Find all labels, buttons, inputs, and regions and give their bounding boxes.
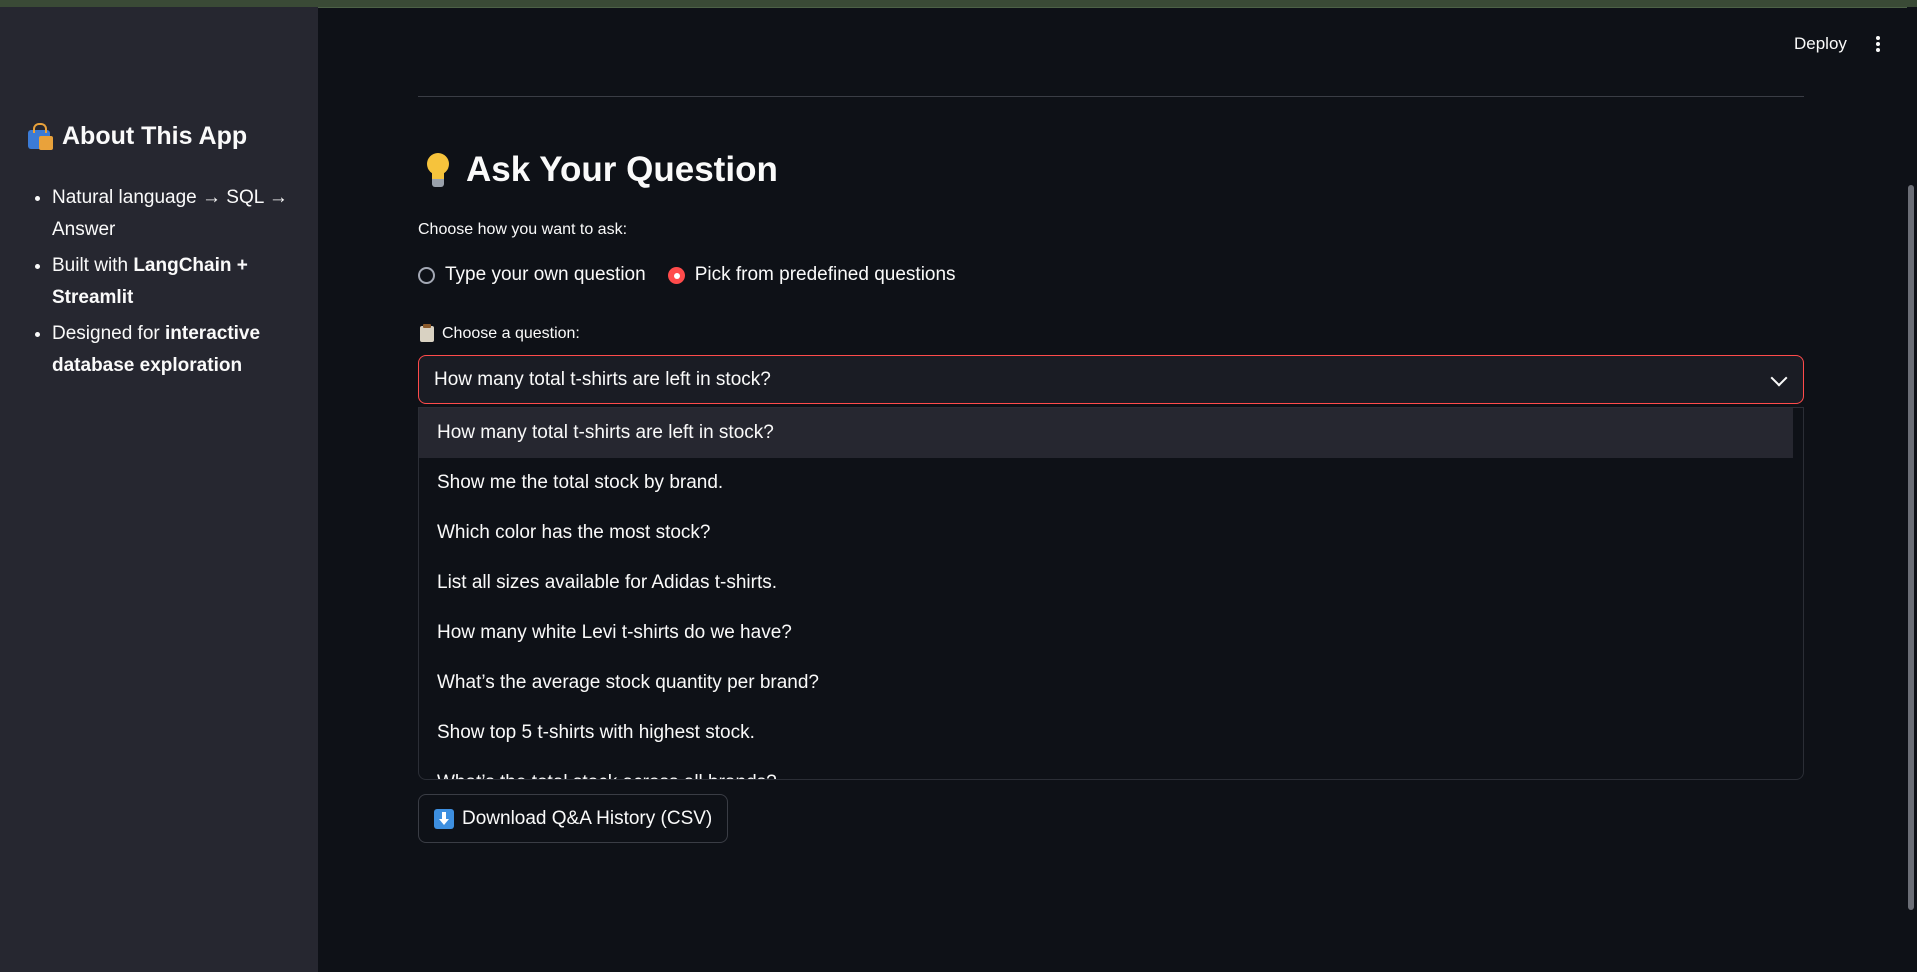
chevron-down-icon[interactable] (1770, 369, 1788, 387)
sidebar-item-nl-sql: Natural language → SQL → Answer (52, 182, 302, 246)
radio-label[interactable]: Pick from predefined questions (695, 264, 956, 286)
shopping-bags-icon (26, 122, 54, 150)
download-history-label[interactable]: Download Q&A History (CSV) (462, 808, 712, 830)
radio-type-own-question[interactable]: Type your own question (418, 264, 646, 286)
section-divider (418, 96, 1804, 97)
sidebar-feature-list: Natural language → SQL → Answer Built wi… (26, 182, 302, 386)
dropdown-option[interactable]: List all sizes available for Adidas t-sh… (419, 558, 1803, 608)
sidebar-item-built-with: Built with LangChain + Streamlit (52, 250, 302, 314)
light-bulb-icon (424, 151, 452, 189)
question-dropdown-list: How many total t-shirts are left in stoc… (418, 407, 1804, 780)
dropdown-option[interactable]: Show me the total stock by brand. (419, 458, 1803, 508)
radio-selected-icon[interactable] (667, 266, 685, 284)
dropdown-option[interactable]: How many total t-shirts are left in stoc… (419, 408, 1793, 458)
sidebar-item-designed-for: Designed for interactive database explor… (52, 318, 302, 382)
dropdown-option[interactable]: What’s the average stock quantity per br… (419, 658, 1803, 708)
page-heading: Ask Your Question (424, 150, 778, 190)
radio-pick-predefined[interactable]: Pick from predefined questions (667, 264, 956, 286)
sidebar: About This App Natural language → SQL → … (0, 7, 318, 972)
dropdown-option[interactable]: How many white Levi t-shirts do we have? (419, 608, 1803, 658)
radio-unselected-icon[interactable] (418, 266, 435, 284)
radio-label[interactable]: Type your own question (445, 264, 646, 286)
dropdown-option[interactable]: Which color has the most stock? (419, 508, 1803, 558)
page-heading-text: Ask Your Question (466, 150, 778, 189)
question-select-label: Choose a question: (420, 324, 580, 343)
question-select[interactable]: How many total t-shirts are left in stoc… (418, 355, 1804, 404)
kebab-menu-icon[interactable] (1868, 34, 1888, 54)
dropdown-option[interactable]: Show top 5 t-shirts with highest stock. (419, 708, 1803, 758)
deploy-button[interactable]: Deploy (1794, 34, 1847, 54)
main-scrollbar-thumb[interactable] (1908, 185, 1914, 910)
question-select-value[interactable]: How many total t-shirts are left in stoc… (434, 369, 771, 391)
sidebar-title: About This App (26, 122, 247, 151)
down-arrow-icon (434, 808, 454, 829)
mode-radio-group: Type your own question Pick from predefi… (418, 264, 956, 286)
mode-label: Choose how you want to ask: (418, 221, 628, 238)
dropdown-scrollbar[interactable] (1793, 408, 1801, 779)
clipboard-icon (420, 324, 434, 342)
sidebar-title-text: About This App (62, 122, 248, 150)
question-select-label-text: Choose a question: (442, 325, 580, 342)
dropdown-option[interactable]: What’s the total stock across all brands… (419, 758, 1803, 779)
download-history-button[interactable]: Download Q&A History (CSV) (418, 794, 729, 843)
